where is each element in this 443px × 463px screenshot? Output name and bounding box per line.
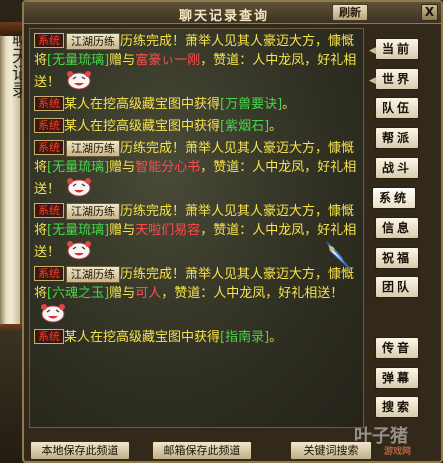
message-text: 赠与 [109, 160, 136, 175]
chat-message: 系统 某人在挖高级藏宝图中获得[紫烟石]。 [34, 117, 360, 136]
left-background-band [0, 330, 24, 463]
window-title: 聊天记录查询 [178, 9, 269, 24]
message-text: 某人在挖高级藏宝图中获得 [64, 97, 221, 112]
system-tag-badge: 系统 [34, 329, 64, 344]
tab-arrow-icon: ◀ [369, 46, 376, 56]
chat-log[interactable]: 系统 江湖历练 历练完成！萧举人见其人豪迈大方，慷慨将[无量琉璃]赠与富豪ぃ一刚，赞… [29, 28, 364, 428]
save-mailbox-button[interactable]: 邮箱保存此频道 [152, 441, 252, 460]
system-tag-badge: 系统 [34, 33, 64, 48]
message-text: ，赞道：人中龙凤，好礼相送！ [161, 286, 344, 301]
watermark-sub: 游戏网 [384, 447, 412, 457]
left-scroll-decoration: 聊天记录 [0, 22, 28, 338]
tab-2[interactable]: 队伍 [375, 97, 419, 119]
close-button[interactable]: X [421, 4, 438, 21]
system-tag-badge: 系统 [34, 96, 64, 111]
message-text: 某人在挖高级藏宝图中获得 [64, 119, 221, 134]
quill-cursor-icon [326, 241, 351, 270]
jianghu-tag-badge[interactable]: 江湖历练 [66, 140, 120, 157]
message-text: 赠与 [109, 223, 136, 238]
tab-6[interactable]: 信息 [375, 217, 419, 239]
jianghu-tag-badge[interactable]: 江湖历练 [66, 33, 120, 50]
player-name-link[interactable]: 可人 [135, 286, 161, 301]
laughing-emoticon-icon [67, 71, 92, 90]
chat-message-list: 系统 江湖历练 历练完成！萧举人见其人豪迈大方，慷慨将[无量琉璃]赠与富豪ぃ一刚，赞… [34, 32, 360, 350]
chat-message: 系统 江湖历练 历练完成！萧举人见其人豪迈大方，慷慨将[无量琉璃]赠与富豪ぃ一刚，赞… [34, 32, 360, 92]
message-text: 。 [269, 119, 283, 134]
item-link[interactable]: [指南录] [220, 330, 269, 345]
message-text: 赠与 [109, 286, 136, 301]
item-link[interactable]: [万兽要诀] [220, 97, 282, 112]
item-link[interactable]: [紫烟石] [220, 119, 269, 134]
tab-5[interactable]: 系统 [372, 187, 416, 209]
item-link[interactable]: [无量琉璃] [47, 160, 109, 175]
tab-4[interactable]: 战斗 [375, 157, 419, 179]
laughing-emoticon-icon [67, 178, 92, 197]
tab-0[interactable]: 当前 [375, 38, 419, 60]
system-tag-badge: 系统 [34, 203, 64, 218]
chat-history-window: 聊天记录查询 刷新 X 系统 江湖历练 历练完成！萧举人见其人豪迈大方，慷慨将[无量… [22, 0, 443, 463]
laughing-emoticon-icon [41, 304, 65, 323]
jianghu-tag-badge[interactable]: 江湖历练 [66, 203, 120, 220]
refresh-button[interactable]: 刷新 [332, 4, 368, 21]
system-tag-badge: 系统 [34, 266, 64, 281]
tab-3[interactable]: 帮派 [375, 127, 419, 149]
title-bar[interactable]: 聊天记录查询 刷新 X [24, 2, 441, 24]
item-link[interactable]: [无量琉璃] [47, 53, 109, 68]
jianghu-tag-badge[interactable]: 江湖历练 [66, 266, 120, 283]
save-local-button[interactable]: 本地保存此频道 [30, 441, 130, 460]
chat-message: 系统 江湖历练 历练完成！萧举人见其人豪迈大方，慷慨将[无量琉璃]赠与天啦们易容，赞… [34, 202, 360, 262]
chat-message: 系统 某人在挖高级藏宝图中获得[万兽要诀]。 [34, 95, 360, 114]
chat-message: 系统 江湖历练 历练完成！萧举人见其人豪迈大方，慷慨将[无量琉璃]赠与智能分心书，赞… [34, 139, 360, 199]
watermark-logo: 叶子猪 游戏网 [354, 422, 411, 457]
message-text: 。 [282, 97, 296, 112]
message-text: 赠与 [109, 53, 136, 68]
system-tag-badge: 系统 [34, 118, 64, 133]
laughing-emoticon-icon [67, 241, 92, 260]
item-link[interactable]: [六魂之玉] [47, 286, 109, 301]
tab-8[interactable]: 团队 [375, 276, 419, 298]
player-name-link[interactable]: 智能分心书 [135, 160, 200, 175]
tab-10[interactable]: 弹幕 [375, 367, 419, 389]
tab-9[interactable]: 传音 [375, 337, 419, 359]
tab-1[interactable]: 世界 [375, 68, 419, 90]
chat-message: 系统 某人在挖高级藏宝图中获得[指南录]。 [34, 328, 360, 347]
tab-arrow-icon: ◀ [369, 76, 376, 86]
chat-message: 系统 江湖历练 历练完成！萧举人见其人豪迈大方，慷慨将[六魂之玉]赠与可人，赞道：人… [34, 265, 360, 325]
tab-7[interactable]: 祝福 [375, 247, 419, 269]
message-text: 某人在挖高级藏宝图中获得 [64, 330, 221, 345]
tab-11[interactable]: 搜索 [375, 396, 419, 418]
player-name-link[interactable]: 天啦们易容 [135, 223, 200, 238]
system-tag-badge: 系统 [34, 140, 64, 155]
item-link[interactable]: [无量琉璃] [47, 223, 109, 238]
message-text: 。 [269, 330, 283, 345]
player-name-link[interactable]: 富豪ぃ一刚 [135, 53, 200, 68]
